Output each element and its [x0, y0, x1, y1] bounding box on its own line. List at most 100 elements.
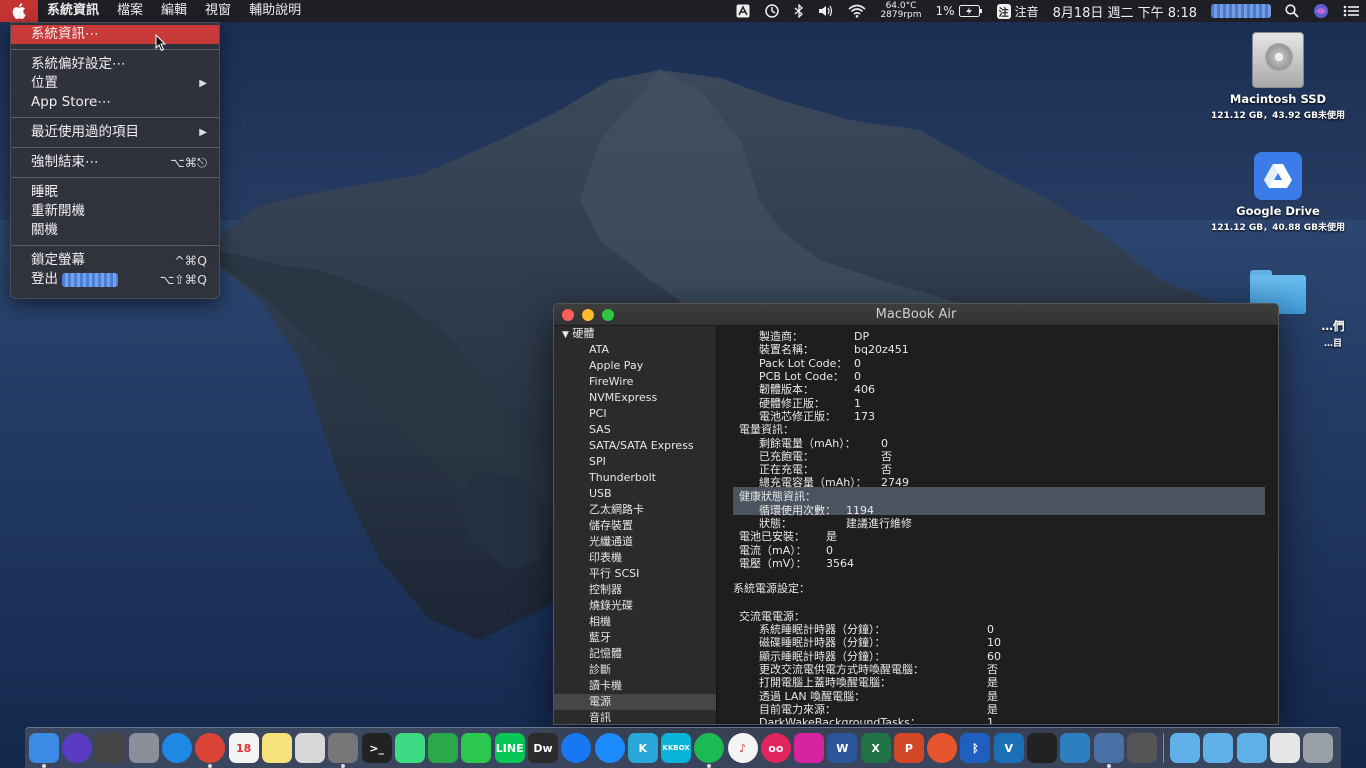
launchpad-icon[interactable]	[128, 733, 159, 763]
bluetooth-icon[interactable]: ᛒ	[960, 733, 991, 763]
messenger-icon[interactable]	[561, 733, 592, 763]
activity-monitor-icon[interactable]	[1026, 733, 1057, 763]
sidebar-item[interactable]: SAS	[554, 422, 716, 438]
calendar-icon[interactable]: 18	[228, 733, 259, 763]
downloads-folder-icon[interactable]	[1203, 733, 1234, 763]
input-method-menu[interactable]: 注 注音	[990, 0, 1046, 22]
sidebar-item[interactable]: ATA	[554, 342, 716, 358]
menu-item-lock-screen[interactable]: 鎖定螢幕 ^⌘Q	[11, 251, 219, 270]
desktop-icon-google-drive[interactable]: Google Drive 121.12 GB，40.88 GB未使用	[1208, 152, 1348, 233]
trash-icon[interactable]	[1303, 733, 1334, 763]
screenshot-icon[interactable]	[295, 733, 326, 763]
menu-file[interactable]: 檔案	[108, 0, 152, 22]
menu-item-recent-items[interactable]: 最近使用過的項目 ▶	[11, 123, 219, 142]
system-info-icon[interactable]	[1093, 733, 1124, 768]
sidebar-item[interactable]: Apple Pay	[554, 358, 716, 374]
kkbox-icon[interactable]: KKBOX	[661, 733, 692, 763]
sidebar-item[interactable]: SPI	[554, 454, 716, 470]
minimize-window-button[interactable]	[582, 309, 594, 321]
desktop-icon-macintosh-ssd[interactable]: Macintosh SSD 121.12 GB，43.92 GB未使用	[1208, 32, 1348, 121]
menu-window[interactable]: 視窗	[196, 0, 240, 22]
sidebar-item[interactable]: 相機	[554, 614, 716, 630]
menu-edit[interactable]: 編輯	[152, 0, 196, 22]
bluetooth-status-icon[interactable]	[787, 0, 811, 22]
line-icon[interactable]: LINE	[494, 733, 525, 763]
sidebar-item[interactable]: 印表機	[554, 550, 716, 566]
disclosure-triangle-icon[interactable]: ▼	[562, 330, 569, 340]
menu-item-force-quit[interactable]: 強制結束⋯ ⌥⌘⎋	[11, 153, 219, 172]
preview-icon[interactable]	[1060, 733, 1091, 763]
sidebar-item[interactable]: 燒錄光碟	[554, 598, 716, 614]
menu-item-log-out[interactable]: 登出 ⌥⇧⌘Q	[11, 270, 219, 289]
cloud-app-icon[interactable]	[428, 733, 459, 763]
instagram-icon[interactable]	[794, 733, 825, 763]
android-studio-icon[interactable]	[394, 733, 425, 763]
safari-icon[interactable]	[162, 733, 193, 763]
menu-item-location[interactable]: 位置 ▶	[11, 74, 219, 93]
itunes-icon[interactable]: ♪	[727, 733, 758, 763]
siri-icon[interactable]	[62, 733, 93, 763]
sidebar-item[interactable]: 電源	[554, 694, 716, 710]
notification-center-icon[interactable]	[1336, 0, 1366, 22]
menu-item-restart[interactable]: 重新開機	[11, 202, 219, 221]
notes-icon[interactable]	[261, 733, 292, 763]
menu-item-sleep[interactable]: 睡眠	[11, 183, 219, 202]
terminal-icon[interactable]: >_	[361, 733, 392, 763]
airdrop-tool-icon[interactable]	[1126, 733, 1157, 763]
mission-control-icon[interactable]	[95, 733, 126, 763]
sidebar-item[interactable]: USB	[554, 486, 716, 502]
close-window-button[interactable]	[562, 309, 574, 321]
excel-icon[interactable]: X	[860, 733, 891, 763]
apple-logo-icon[interactable]	[0, 0, 38, 22]
siri-status-icon[interactable]	[1306, 0, 1336, 22]
menu-item-system-preferences[interactable]: 系統偏好設定⋯	[11, 55, 219, 74]
file-stack-icon[interactable]	[1269, 733, 1300, 763]
sidebar-item[interactable]: Thunderbolt	[554, 470, 716, 486]
remote-desktop-icon[interactable]	[927, 733, 958, 763]
spotify-icon[interactable]	[694, 733, 725, 768]
sidebar-group-hardware[interactable]: ▼ 硬體	[554, 326, 716, 342]
temperature-fan-readout[interactable]: 64.0°C 2879rpm	[873, 0, 928, 22]
sidebar-item[interactable]: 藍牙	[554, 630, 716, 646]
klokki-icon[interactable]: K	[627, 733, 658, 763]
sidebar-item[interactable]: NVMExpress	[554, 390, 716, 406]
menu-item-shutdown[interactable]: 關機	[11, 221, 219, 240]
wifi-icon[interactable]	[841, 0, 873, 22]
word-icon[interactable]: W	[827, 733, 858, 763]
menu-system-info[interactable]: 系統資訊	[38, 0, 108, 22]
clock[interactable]: 8月18日 週二 下午 8:18	[1046, 0, 1204, 22]
time-machine-icon[interactable]	[757, 0, 787, 22]
zoom-window-button[interactable]	[602, 309, 614, 321]
flickr-icon[interactable]: oo	[760, 733, 791, 763]
vmware-icon[interactable]: V	[993, 733, 1024, 763]
sidebar-item[interactable]: 記憶體	[554, 646, 716, 662]
menu-item-app-store[interactable]: App Store⋯	[11, 93, 219, 112]
sidebar-item[interactable]: 控制器	[554, 582, 716, 598]
sidebar-item[interactable]: 光纖通道	[554, 534, 716, 550]
sidebar-item[interactable]: 儲存裝置	[554, 518, 716, 534]
menu-help[interactable]: 輔助說明	[240, 0, 310, 22]
spotlight-search-icon[interactable]	[1278, 0, 1306, 22]
user-name-redacted[interactable]	[1204, 0, 1278, 22]
sidebar-item[interactable]: 診斷	[554, 662, 716, 678]
sidebar-item[interactable]: SATA/SATA Express	[554, 438, 716, 454]
menu-item-about-system-info[interactable]: 系統資訊⋯	[11, 25, 219, 44]
sidebar-item[interactable]: PCI	[554, 406, 716, 422]
sidebar-item[interactable]: 讀卡機	[554, 678, 716, 694]
system-preferences-icon[interactable]	[328, 733, 359, 768]
finder-icon[interactable]	[29, 733, 59, 768]
sidebar-item[interactable]: 音訊	[554, 710, 716, 724]
applications-folder-icon[interactable]	[1236, 733, 1267, 763]
accessibility-icon[interactable]	[729, 0, 757, 22]
window-titlebar[interactable]: MacBook Air	[554, 304, 1278, 326]
sidebar-item[interactable]: FireWire	[554, 374, 716, 390]
volume-icon[interactable]	[811, 0, 841, 22]
dreamweaver-icon[interactable]: Dw	[527, 733, 558, 763]
powerpoint-icon[interactable]: P	[893, 733, 924, 763]
battery-status[interactable]: 1%	[929, 0, 990, 22]
chrome-icon[interactable]	[195, 733, 226, 768]
sidebar-item[interactable]: 乙太網路卡	[554, 502, 716, 518]
facetime-icon[interactable]	[461, 733, 492, 763]
shazam-icon[interactable]	[594, 733, 625, 763]
sidebar-item[interactable]: 平行 SCSI	[554, 566, 716, 582]
